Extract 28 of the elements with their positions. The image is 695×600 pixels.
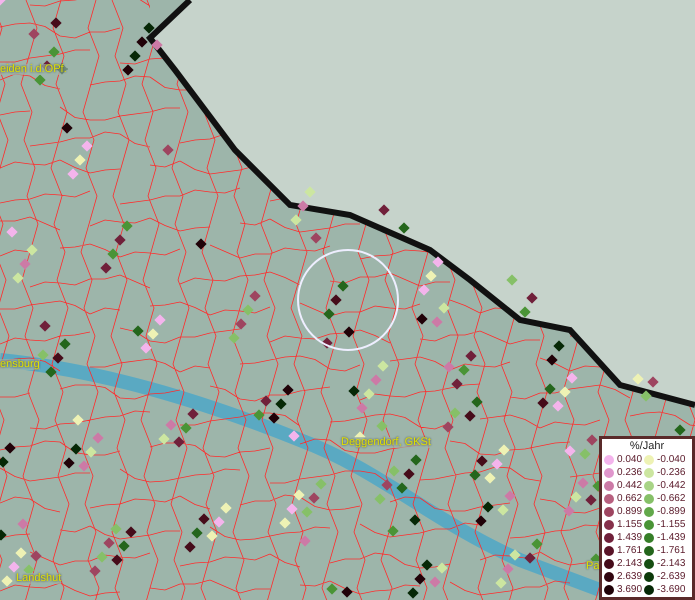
legend-label: 1.761 [617,546,642,556]
legend-title: %/Jahr [628,440,666,453]
legend-label: 1.439 [617,532,642,542]
legend-label: -0.662 [657,494,686,504]
legend-label: 1.155 [617,520,642,530]
legend-label: 0.662 [617,494,642,504]
legend-label: -2.639 [657,572,686,582]
legend-label: 2.639 [617,572,642,582]
place-label: eiden i.d.OPf. [0,64,67,75]
legend-label: 0.040 [617,454,642,464]
legend-label: -0.040 [657,454,686,464]
legend-label: -3.690 [657,584,686,594]
place-label: Pa [586,561,600,572]
legend-label: -1.155 [657,520,686,530]
legend-label: -0.442 [657,480,686,490]
legend-label: -0.236 [657,468,686,478]
legend-label: 3.690 [617,584,642,594]
place-label: Landshut [16,573,62,584]
place-label: Deggendorf, GKSt [341,437,431,448]
legend-label: -0.899 [657,506,686,516]
place-label: ensburg [0,359,40,370]
legend-label: 0.236 [617,468,642,478]
legend-label: 0.442 [617,480,642,490]
legend-label: -2.143 [657,558,686,568]
legend-label: 2.143 [617,558,642,568]
legend-label: -1.761 [657,546,686,556]
legend-label: -1.439 [657,532,686,542]
legend-label: 0.899 [617,506,642,516]
